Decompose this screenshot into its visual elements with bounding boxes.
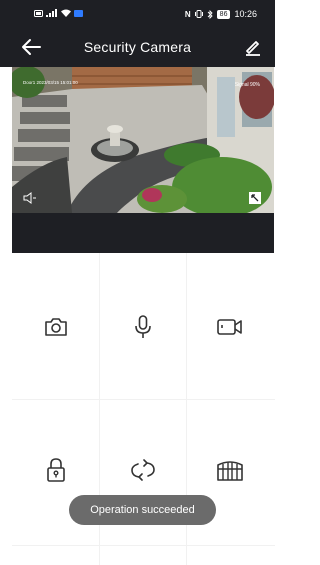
lock-icon — [47, 458, 65, 482]
live-video-view[interactable]: Door1 2023/03/15 15:01:00 Signal 90% — [12, 67, 274, 213]
nfc-icon: N — [184, 9, 191, 19]
toast-message: Operation succeeded — [90, 504, 195, 516]
gate-button[interactable] — [186, 440, 274, 500]
wifi-icon — [61, 9, 71, 17]
record-button[interactable] — [186, 297, 274, 357]
rotate-button[interactable] — [99, 440, 187, 500]
vibrate-icon — [194, 10, 203, 18]
toast-notification: Operation succeeded — [69, 495, 216, 525]
status-left-icons — [34, 9, 83, 17]
status-right-icons: N 86 10:26 — [185, 9, 257, 19]
pencil-icon — [246, 41, 260, 56]
fullscreen-button[interactable] — [249, 191, 261, 204]
camera-feed-image — [12, 67, 274, 213]
status-bar: N 86 10:26 — [0, 0, 275, 27]
camera-timestamp: Door1 2023/03/15 15:01:00 — [23, 80, 78, 85]
page-title: Security Camera — [83, 39, 192, 55]
talk-button[interactable] — [99, 297, 187, 357]
grid-divider — [12, 399, 275, 400]
battery-icon: 86 — [216, 9, 231, 19]
unlock-button[interactable] — [12, 440, 100, 500]
edit-button[interactable] — [243, 37, 263, 57]
sim-icon — [34, 9, 43, 17]
status-time: 10:26 — [234, 9, 257, 19]
message-icon — [74, 9, 83, 17]
app-header: Security Camera — [0, 27, 275, 67]
gate-icon — [217, 461, 243, 481]
speaker-icon — [23, 192, 36, 204]
signal-icon — [46, 9, 57, 17]
mute-button[interactable] — [23, 191, 37, 204]
camera-icon — [45, 318, 67, 336]
microphone-icon — [135, 315, 151, 338]
signal-strength: Signal 90% — [234, 82, 260, 88]
rotate-icon — [131, 459, 155, 481]
grid-divider — [12, 545, 275, 546]
video-record-icon — [217, 319, 242, 335]
bluetooth-icon — [207, 9, 213, 19]
video-control-bar — [12, 213, 274, 253]
snapshot-button[interactable] — [12, 297, 100, 357]
fullscreen-icon — [249, 192, 261, 204]
